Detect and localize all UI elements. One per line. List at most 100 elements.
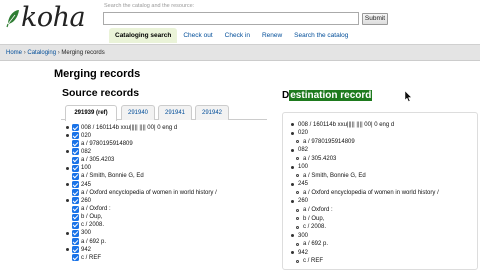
field-checkbox[interactable] [72,205,79,213]
bullet-icon [291,165,294,169]
header-tabs: Cataloging search Check out Check in Ren… [109,28,354,43]
field-text: 100 [81,165,92,172]
field-checkbox[interactable] [72,221,79,229]
field-text: 020 [298,130,309,137]
field-checkbox[interactable] [72,181,79,189]
source-field-row: a / Oxford encyclopedia of women in worl… [72,188,217,197]
field-text: a / 305.4203 [303,155,337,162]
field-checkbox[interactable] [72,172,79,180]
field-checkbox[interactable] [72,189,79,197]
field-text: c / REF [81,254,102,261]
bullet-icon [296,217,299,221]
field-checkbox[interactable] [72,148,79,156]
breadcrumb: Home › Cataloging › Merging records [0,44,480,61]
field-text: c / REF [303,258,324,265]
page-title: Merging records [54,68,141,80]
field-text: 300 [298,232,309,239]
field-checkbox[interactable] [72,238,79,246]
bullet-icon [291,251,294,255]
source-records-heading: Source records [62,87,140,99]
submit-button[interactable]: Submit [362,13,388,25]
search-hint: Search the catalog and the resource: [104,3,195,9]
field-checkbox[interactable] [72,246,79,254]
bullet-icon [66,248,69,252]
breadcrumb-separator: › [23,50,26,56]
bullet-icon [66,183,69,187]
tab-record-291942[interactable]: 291942 [195,105,229,120]
bullet-icon [296,259,299,263]
destination-field-row: c / REF [296,257,323,266]
field-text: c / 2008. [303,224,327,231]
field-text: 245 [81,181,92,188]
leaf-icon [6,8,20,28]
field-text: 082 [81,148,92,155]
bullet-icon [291,182,294,186]
field-text: 942 [81,246,92,253]
header: koha Search the catalog and the resource… [0,0,480,44]
breadcrumb-cataloging[interactable]: Cataloging [27,50,56,56]
field-text: b / Oup, [81,214,103,221]
source-field-row: c / REF [72,253,101,262]
tab-record-291940[interactable]: 291940 [121,105,155,120]
source-record-panel: 008 / 160114b xxu||||| |||| 00| 0 eng d0… [66,123,266,270]
bullet-icon [296,191,299,195]
field-checkbox[interactable] [72,213,79,221]
field-text: a / Oxford encyclopedia of women in worl… [81,189,217,196]
field-text: a / Smith, Bonnie G, Ed [303,172,366,179]
bullet-icon [291,199,294,203]
field-checkbox[interactable] [72,140,79,148]
tab-renew[interactable]: Renew [256,28,288,43]
bullet-icon [291,234,294,238]
breadcrumb-home[interactable]: Home [6,50,22,56]
bullet-icon [296,157,299,161]
field-text: c / 2008. [81,222,105,229]
field-text: a / 9780195914809 [81,140,133,147]
field-text: a / Oxford : [303,207,333,213]
tab-search-catalog[interactable]: Search the catalog [288,28,354,43]
bullet-icon [291,131,294,135]
source-record-tabs: 291939 (ref) 291940 291941 291942 [61,103,267,121]
field-text: 942 [298,249,309,256]
bullet-icon [296,208,299,212]
catalog-search-input[interactable] [103,12,359,25]
field-text: a / 305.4203 [81,157,115,164]
field-text: a / 692 p. [81,238,107,245]
field-text: 020 [81,132,92,139]
bullet-icon [291,123,294,126]
field-text: 082 [298,147,309,154]
tab-check-in[interactable]: Check in [219,28,256,43]
field-text: a / Oxford encyclopedia of women in worl… [303,189,439,196]
field-checkbox[interactable] [72,156,79,164]
field-checkbox[interactable] [72,124,79,131]
field-text: 245 [298,181,309,188]
field-text: 100 [298,164,309,171]
field-text: 008 / 160114b xxu||||| |||| 00| 0 eng d [298,121,395,128]
field-checkbox[interactable] [72,164,79,172]
tab-record-291939[interactable]: 291939 (ref) [65,105,117,121]
breadcrumb-current: Merging records [61,50,105,56]
bullet-icon [296,140,299,144]
bullet-icon [66,126,69,129]
field-text: a / 692 p. [303,241,329,248]
tab-record-291941[interactable]: 291941 [158,105,192,120]
bullet-icon [291,148,294,152]
breadcrumb-separator: › [57,50,60,56]
field-checkbox[interactable] [72,197,79,205]
bullet-icon [296,174,299,178]
field-text: 260 [298,198,309,205]
bullet-icon [296,242,299,246]
tab-cataloging-search[interactable]: Cataloging search [109,28,178,43]
field-checkbox[interactable] [72,229,79,237]
bullet-icon [66,134,69,138]
field-text: 008 / 160114b xxu||||| |||| 00| 0 eng d [81,124,178,131]
tab-check-out[interactable]: Check out [177,28,218,43]
bullet-icon [66,231,69,235]
field-checkbox[interactable] [72,132,79,140]
field-checkbox[interactable] [72,254,79,262]
koha-logo[interactable]: koha [6,3,86,33]
field-text: a / Smith, Bonnie G, Ed [81,173,144,180]
bullet-icon [296,225,299,229]
bullet-icon [66,199,69,203]
field-text: 300 [81,230,92,237]
destination-heading-selected: estination record [289,90,373,101]
